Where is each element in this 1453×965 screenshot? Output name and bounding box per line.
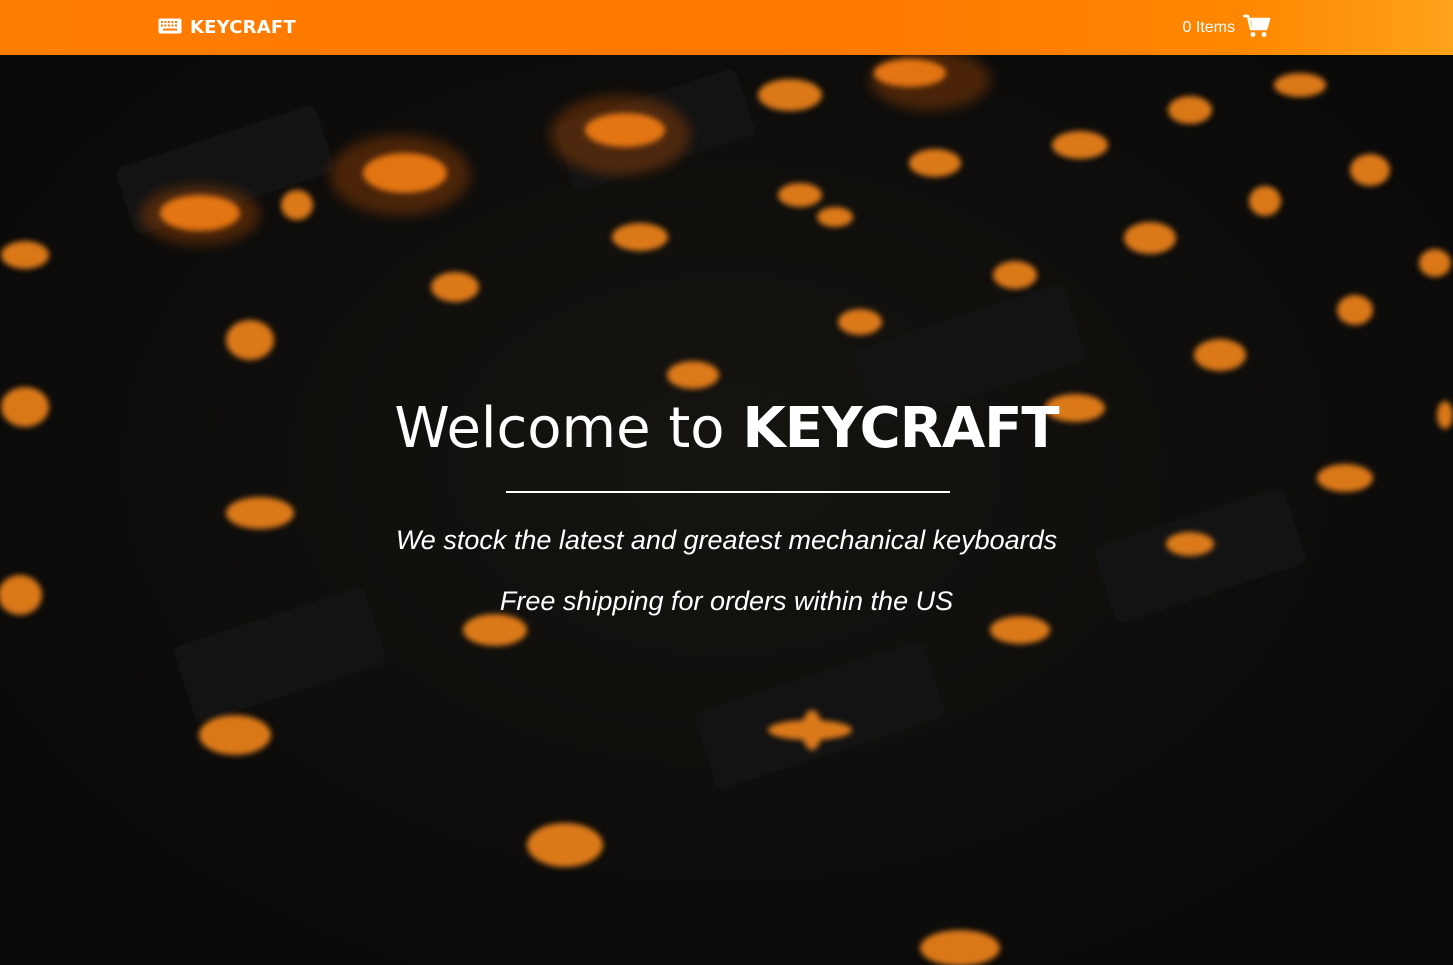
- hero-divider: [506, 491, 950, 493]
- keyboard-icon: [158, 18, 182, 38]
- shopping-cart-icon: [1242, 14, 1271, 42]
- hero-content: Welcome to KEYCRAFT We stock the latest …: [0, 55, 1453, 965]
- brand-name: KEYCRAFT: [190, 17, 296, 38]
- hero-title-prefix: Welcome to: [394, 396, 725, 461]
- top-navbar: KEYCRAFT 0 Items: [0, 0, 1453, 55]
- hero-shipping-note: Free shipping for orders within the US: [499, 586, 954, 616]
- cart-count: 0 Items: [1182, 18, 1235, 36]
- hero-section: Welcome to KEYCRAFT We stock the latest …: [0, 55, 1453, 965]
- hero-title-brand: KEYCRAFT: [742, 396, 1059, 461]
- cart-button[interactable]: 0 Items: [1183, 14, 1271, 42]
- hero-tagline: We stock the latest and greatest mechani…: [395, 525, 1058, 555]
- brand-logo-link[interactable]: KEYCRAFT: [158, 17, 296, 38]
- hero-title: Welcome to KEYCRAFT: [394, 393, 1059, 465]
